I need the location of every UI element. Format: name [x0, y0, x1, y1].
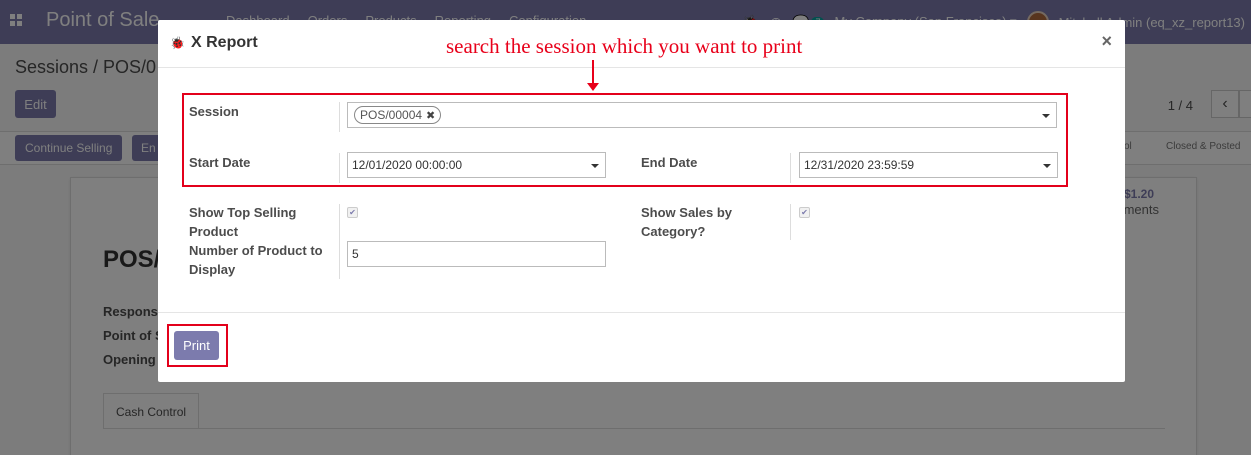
separator	[790, 204, 791, 240]
start-date-field[interactable]: 12/01/2020 00:00:00	[347, 152, 606, 178]
dropdown-caret-icon[interactable]	[1043, 164, 1051, 168]
session-tag: POS/00004 ✖	[354, 106, 442, 124]
label-line: Show Sales by	[641, 205, 733, 220]
debug-icon[interactable]: 🐞	[170, 36, 185, 50]
separator	[339, 153, 340, 183]
session-label: Session	[189, 104, 239, 119]
x-report-dialog: 🐞 X Report × search the session which yo…	[158, 20, 1125, 382]
end-date-value: 12/31/2020 23:59:59	[804, 158, 915, 172]
label-line: Number of Product to	[189, 243, 323, 258]
num-products-input[interactable]: 5	[347, 241, 606, 267]
start-date-label: Start Date	[189, 155, 251, 170]
label-line: Product	[189, 224, 239, 239]
print-button[interactable]: Print	[174, 331, 219, 360]
session-input[interactable]: POS/00004 ✖	[347, 102, 1057, 128]
close-icon[interactable]: ×	[1101, 31, 1112, 52]
separator	[339, 204, 340, 279]
annotation-arrow	[592, 60, 594, 85]
show-top-selling-label: Show Top Selling Product	[189, 203, 296, 241]
separator	[790, 153, 791, 183]
annotation-text: search the session which you want to pri…	[446, 34, 803, 58]
num-products-value: 5	[352, 247, 359, 261]
dialog-title: X Report	[191, 34, 258, 51]
dropdown-caret-icon[interactable]	[1042, 114, 1050, 118]
end-date-label: End Date	[641, 155, 698, 170]
dropdown-caret-icon[interactable]	[591, 164, 599, 168]
session-tag-label: POS/00004	[360, 108, 423, 122]
num-products-label: Number of Product to Display	[189, 241, 323, 279]
label-line: Display	[189, 262, 236, 277]
end-date-field[interactable]: 12/31/2020 23:59:59	[799, 152, 1058, 178]
dialog-footer	[158, 312, 1125, 313]
show-sales-by-category-checkbox[interactable]: ✔	[799, 207, 810, 218]
annotation-arrow-head	[587, 83, 599, 91]
label-line: Category?	[641, 224, 706, 239]
separator	[339, 102, 340, 132]
show-sales-by-category-label: Show Sales by Category?	[641, 203, 732, 241]
start-date-value: 12/01/2020 00:00:00	[352, 158, 463, 172]
remove-tag-icon[interactable]: ✖	[426, 109, 435, 122]
show-top-selling-checkbox[interactable]: ✔	[347, 207, 358, 218]
label-line: Show Top Selling	[189, 205, 297, 220]
